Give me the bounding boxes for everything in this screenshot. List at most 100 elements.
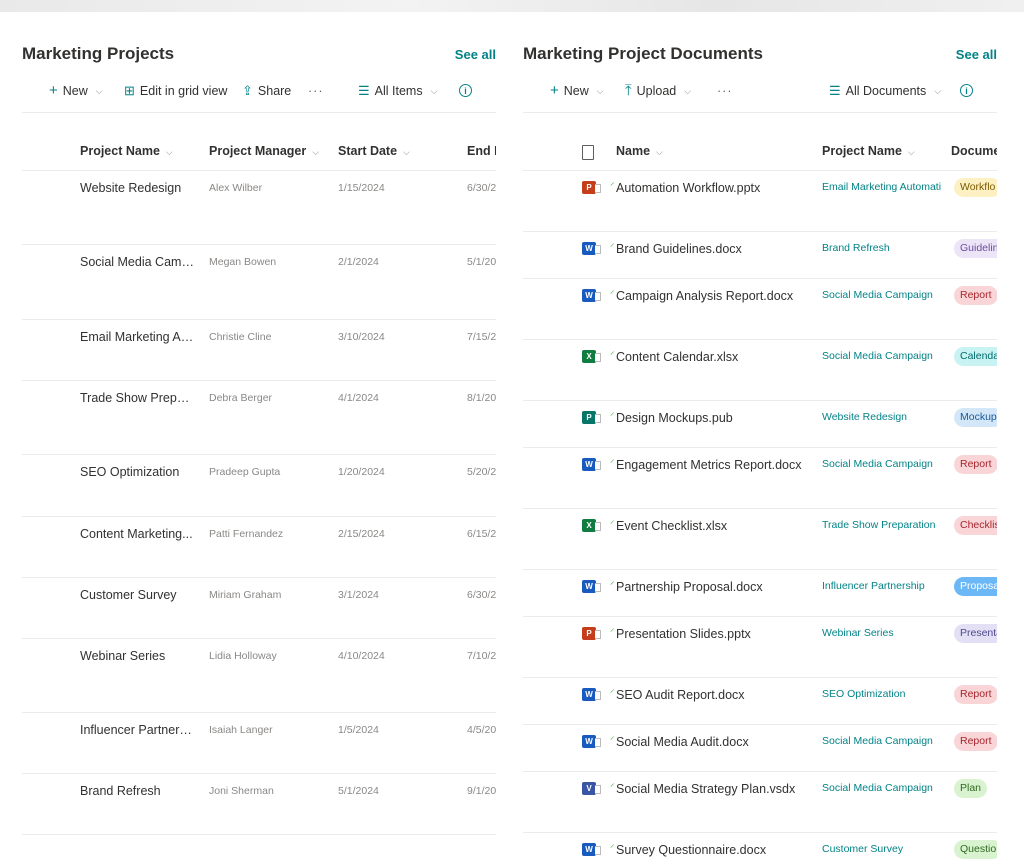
end-date-cell: 6/30/2 [467, 182, 496, 194]
table-row[interactable]: Influencer Partners... Isaiah Langer 1/5/2… [22, 712, 496, 774]
end-date-cell: 8/1/20 [467, 392, 496, 404]
see-all-link[interactable]: See all [956, 47, 997, 62]
project-name-cell[interactable]: Website Redesign [822, 411, 947, 423]
project-name-cell[interactable]: Email Marketing Au... [80, 330, 195, 344]
document-row[interactable]: W ⸝ Survey Questionnaire.docx Customer Surv… [523, 832, 997, 859]
document-name-cell[interactable]: Presentation Slides.pptx [616, 627, 816, 641]
table-row[interactable]: Customer Survey Miriam Graham 3/1/2024 6/30… [22, 577, 496, 639]
filter-lines-icon: ☰ [358, 83, 370, 98]
project-name-cell[interactable]: Social Media Campaign [822, 289, 947, 301]
table-row[interactable]: Content Marketing... Patti Fernandez 2/15/… [22, 516, 496, 578]
document-name-cell[interactable]: Content Calendar.xlsx [616, 350, 816, 364]
document-name-cell[interactable]: Design Mockups.pub [616, 411, 816, 425]
project-name-cell[interactable]: SEO Optimization [80, 465, 195, 479]
header-end-date[interactable]: End D [467, 144, 496, 158]
upload-button[interactable]: ⤒ Upload ⌵ [625, 83, 691, 98]
table-row[interactable]: Social Media Camp... Megan Bowen 2/1/2024 5… [22, 244, 496, 320]
library-title[interactable]: Marketing Project Documents [523, 44, 763, 64]
document-row[interactable]: P ⸝ Automation Workflow.pptx Email Marketin… [523, 170, 997, 232]
project-name-cell[interactable]: Social Media Campaign [822, 735, 947, 747]
document-type-tag: Mockup [954, 408, 997, 427]
new-item-icon: ⸝ [610, 839, 615, 849]
document-name-cell[interactable]: Engagement Metrics Report.docx [616, 458, 816, 472]
project-name-cell[interactable]: Content Marketing... [80, 527, 195, 541]
document-name-cell[interactable]: SEO Audit Report.docx [616, 688, 816, 702]
new-button[interactable]: + New ⌵ [49, 82, 103, 99]
document-name-cell[interactable]: Campaign Analysis Report.docx [616, 289, 816, 303]
new-item-icon: ⸝ [610, 407, 615, 417]
project-name-cell[interactable]: Social Media Campaign [822, 458, 947, 470]
document-name-cell[interactable]: Event Checklist.xlsx [616, 519, 816, 533]
view-label: All Documents [845, 84, 927, 98]
project-name-cell[interactable]: Customer Survey [822, 843, 947, 855]
project-name-cell[interactable]: Website Redesign [80, 181, 195, 195]
document-row[interactable]: X ⸝ Event Checklist.xlsx Trade Show Prepara… [523, 508, 997, 570]
document-name-cell[interactable]: Social Media Audit.docx [616, 735, 816, 749]
manager-cell: Pradeep Gupta [209, 466, 281, 478]
plus-icon: + [550, 82, 559, 99]
document-name-cell[interactable]: Brand Guidelines.docx [616, 242, 816, 256]
table-row[interactable]: SEO Optimization Pradeep Gupta 1/20/2024 5/… [22, 454, 496, 517]
end-date-cell: 7/10/2 [467, 650, 496, 662]
more-options-button[interactable]: ··· [308, 84, 324, 98]
header-name[interactable]: Name ⌵ [616, 144, 663, 158]
info-button[interactable]: i [459, 84, 472, 97]
info-button[interactable]: i [960, 84, 973, 97]
document-name-cell[interactable]: Social Media Strategy Plan.vsdx [616, 782, 816, 796]
document-row[interactable]: W ⸝ Campaign Analysis Report.docx Social Me… [523, 278, 997, 340]
view-switcher[interactable]: ☰ All Documents ⌵ [829, 84, 941, 98]
document-row[interactable]: P ⸝ Design Mockups.pub Website Redesign Mock… [523, 400, 997, 448]
document-row[interactable]: P ⸝ Presentation Slides.pptx Webinar Series… [523, 616, 997, 678]
start-date-cell: 1/5/2024 [338, 724, 379, 736]
plus-icon: + [49, 82, 58, 99]
list-title[interactable]: Marketing Projects [22, 44, 174, 64]
document-type-tag: Plan [954, 779, 988, 798]
header-project-name[interactable]: Project Name ⌵ [822, 144, 915, 158]
table-row[interactable]: Brand Refresh Joni Sherman 5/1/2024 9/1/20 [22, 773, 496, 835]
share-button[interactable]: ⇪ Share [242, 84, 291, 98]
table-row[interactable]: Website Redesign Alex Wilber 1/15/2024 6/30… [22, 170, 496, 245]
project-name-cell[interactable]: Social Media Camp... [80, 255, 195, 269]
manager-cell: Patti Fernandez [209, 528, 284, 540]
project-name-cell[interactable]: SEO Optimization [822, 688, 947, 700]
document-row[interactable]: W ⸝ Social Media Audit.docx Social Media Ca… [523, 724, 997, 772]
edit-grid-button[interactable]: ⊞ Edit in grid view [124, 84, 227, 98]
see-all-link[interactable]: See all [455, 47, 496, 62]
new-button[interactable]: + New ⌵ [550, 82, 604, 99]
document-row[interactable]: W ⸝ Engagement Metrics Report.docx Social M… [523, 447, 997, 509]
project-name-cell[interactable]: Email Marketing Automati [822, 181, 947, 193]
file-type-icon[interactable] [582, 145, 594, 160]
more-options-button[interactable]: ··· [717, 84, 733, 98]
table-row[interactable]: Trade Show Prepar... Debra Berger 4/1/2024… [22, 380, 496, 455]
project-name-cell[interactable]: Webinar Series [80, 649, 195, 663]
project-name-cell[interactable]: Social Media Campaign [822, 782, 947, 794]
upload-label: Upload [636, 84, 677, 98]
project-name-cell[interactable]: Customer Survey [80, 588, 195, 602]
project-name-cell[interactable]: Influencer Partnership [822, 580, 947, 592]
document-row[interactable]: W ⸝ SEO Audit Report.docx SEO Optimization R… [523, 677, 997, 725]
document-row[interactable]: W ⸝ Brand Guidelines.docx Brand Refresh Guid… [523, 231, 997, 279]
header-project-name[interactable]: Project Name ⌵ [80, 144, 173, 158]
table-row[interactable]: Webinar Series Lidia Holloway 4/10/2024 7/1… [22, 638, 496, 713]
document-name-cell[interactable]: Survey Questionnaire.docx [616, 843, 816, 857]
project-name-cell[interactable]: Trade Show Preparation [822, 519, 947, 531]
project-name-cell[interactable]: Social Media Campaign [822, 350, 947, 362]
document-row[interactable]: W ⸝ Partnership Proposal.docx Influencer Pa… [523, 569, 997, 617]
project-name-cell[interactable]: Trade Show Prepar... [80, 391, 195, 405]
header-start-date[interactable]: Start Date ⌵ [338, 144, 410, 158]
document-row[interactable]: V ⸝ Social Media Strategy Plan.vsdx Social … [523, 771, 997, 833]
document-name-cell[interactable]: Partnership Proposal.docx [616, 580, 816, 594]
document-name-cell[interactable]: Automation Workflow.pptx [616, 181, 816, 195]
site-banner [0, 0, 1024, 12]
header-document-type[interactable]: Docume [951, 144, 997, 158]
project-name-cell[interactable]: Brand Refresh [822, 242, 947, 254]
header-project-manager[interactable]: Project Manager ⌵ [209, 144, 319, 158]
manager-cell: Isaiah Langer [209, 724, 273, 736]
view-switcher[interactable]: ☰ All Items ⌵ [358, 84, 437, 98]
project-name-cell[interactable]: Influencer Partners... [80, 723, 195, 737]
start-date-cell: 5/1/2024 [338, 785, 379, 797]
document-row[interactable]: X ⸝ Content Calendar.xlsx Social Media Camp… [523, 339, 997, 401]
table-row[interactable]: Email Marketing Au... Christie Cline 3/10/… [22, 319, 496, 381]
project-name-cell[interactable]: Brand Refresh [80, 784, 195, 798]
project-name-cell[interactable]: Webinar Series [822, 627, 947, 639]
